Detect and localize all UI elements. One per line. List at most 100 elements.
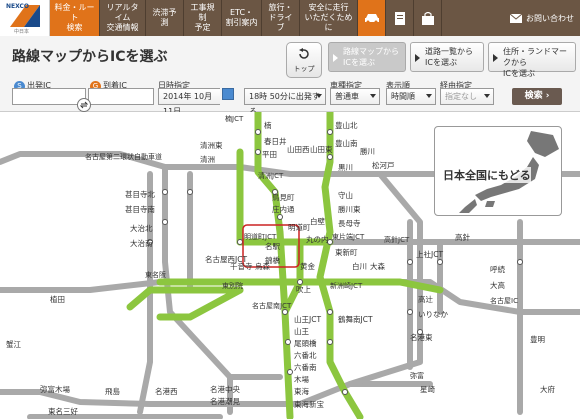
- map-label: 甚目寺北: [125, 190, 155, 199]
- map-label: 東新町: [335, 247, 358, 257]
- nav-fare-route[interactable]: 料金・ルート 検索: [50, 0, 100, 36]
- map-label: 尾頭橋: [294, 338, 317, 348]
- map-label: 勝川: [360, 146, 375, 156]
- mode-address-landmark[interactable]: 住所・ランドマークから ICを選ぶ: [488, 42, 576, 78]
- map-label: 高針: [455, 232, 470, 242]
- page: { "header":{ "logo_text":"NEXCO", "logo_…: [0, 0, 580, 419]
- map-label: 平田: [262, 150, 277, 159]
- mode-route-map[interactable]: 路線マップから ICを選ぶ: [328, 42, 406, 72]
- map-label: 明道町JCT: [244, 232, 277, 241]
- chevron-down-icon: [484, 94, 490, 98]
- map-label: 東名阪: [145, 270, 166, 279]
- mail-icon: [510, 13, 522, 23]
- arrow-right-icon: [415, 54, 420, 62]
- map-label: 豊明: [530, 334, 545, 344]
- arrow-right-icon: [333, 54, 338, 62]
- map-label: 大高: [490, 280, 505, 290]
- chevron-down-icon: [370, 94, 376, 98]
- japan-overview-button[interactable]: 日本全国にもどる: [434, 126, 562, 216]
- search-panel: 路線マップからICを選ぶ トップ 路線マップから ICを選ぶ 道路一覧から IC…: [0, 36, 580, 116]
- nav-construction[interactable]: 工事規制 予定: [184, 0, 222, 36]
- map-label: 大治南: [130, 238, 153, 248]
- map-label: 春日井: [264, 136, 287, 146]
- contact-link[interactable]: お問い合わせ: [510, 0, 580, 36]
- map-label: 六番南: [294, 362, 317, 372]
- map-label: 山田西: [287, 144, 310, 154]
- map-label: 六番北: [294, 350, 317, 360]
- map-label: 大森: [370, 261, 385, 271]
- map-label: 名駅: [265, 241, 280, 251]
- map-label: 勝川東: [338, 204, 361, 214]
- map-label: 飛島: [105, 386, 120, 396]
- nav-safety[interactable]: 安全に走行 いただくために: [300, 0, 358, 36]
- map-label: 星崎: [420, 384, 435, 394]
- mode-road-list[interactable]: 道路一覧から ICを選ぶ: [410, 42, 484, 72]
- search-button[interactable]: 検索 ›: [512, 88, 562, 105]
- map-label: 黒川: [338, 163, 353, 172]
- map-label: 名港西: [155, 386, 178, 396]
- logo-subtext: 中日本: [14, 29, 30, 35]
- map-label: 東名三好: [48, 406, 78, 416]
- map-label: 山田東: [310, 144, 333, 154]
- top-navigation: NEXCO 中日本 料金・ルート 検索 リアルタイム 交通情報 渋滞予測 工事規…: [0, 0, 580, 36]
- arrow-right-icon: [493, 54, 498, 62]
- map-label: 吹上: [296, 284, 311, 294]
- route-map[interactable]: 楠JCT 豊山北 豊山南 楠 春日井 名古屋第二環状自動車道 清洲東 清洲 清洲…: [0, 112, 580, 419]
- car-icon[interactable]: [358, 0, 386, 36]
- map-label: 千音寺: [230, 261, 253, 271]
- nav-realtime-traffic[interactable]: リアルタイム 交通情報: [100, 0, 146, 36]
- document-icon[interactable]: [386, 0, 414, 36]
- nav-travel-drive[interactable]: 旅行・ ドライブ: [262, 0, 300, 36]
- bag-icon[interactable]: [414, 0, 442, 36]
- map-label: 鳥見町: [272, 192, 295, 202]
- map-label: 木場: [294, 374, 309, 384]
- vehicle-select[interactable]: 普通車: [330, 88, 380, 105]
- map-label: 庄内通: [272, 204, 295, 214]
- chevron-down-icon: [316, 94, 322, 98]
- top-button[interactable]: トップ: [286, 42, 322, 78]
- map-label: 守山: [338, 190, 353, 200]
- map-label: 豊山南: [335, 138, 358, 148]
- nav-etc-discount[interactable]: ETC・ 割引案内: [222, 0, 262, 36]
- time-select[interactable]: 18時 50分に出発する: [244, 88, 326, 116]
- map-label: 清洲東: [200, 140, 223, 150]
- map-label: 山王JCT: [294, 314, 321, 324]
- map-label: 高辻: [418, 294, 433, 304]
- swap-icon[interactable]: [77, 98, 91, 112]
- origin-ic-input[interactable]: [12, 88, 86, 105]
- map-label: 高針JCT: [384, 235, 410, 244]
- nexco-logo[interactable]: NEXCO 中日本: [0, 0, 50, 36]
- map-label: 烏森: [255, 261, 270, 271]
- map-label: 東海: [294, 386, 309, 396]
- via-select-value: 指定なし: [445, 92, 477, 101]
- dest-ic-input[interactable]: [88, 88, 154, 105]
- map-label: 名港中央: [210, 384, 240, 394]
- map-label: 名港東: [410, 332, 433, 342]
- mode-route-map-label: 路線マップから ICを選ぶ: [343, 47, 399, 67]
- contact-label: お問い合わせ: [526, 13, 574, 23]
- nav-congestion-forecast[interactable]: 渋滞予測: [146, 0, 184, 36]
- map-label: 呼続: [490, 264, 505, 274]
- map-label: 上社JCT: [416, 249, 443, 259]
- chevron-down-icon: [426, 94, 432, 98]
- map-label: 白川: [352, 261, 367, 271]
- date-field[interactable]: 2014年 10月 11日: [158, 88, 220, 116]
- map-label: 東別院: [222, 281, 243, 290]
- vehicle-select-value: 普通車: [335, 92, 359, 101]
- map-label: 名古屋南JCT: [252, 301, 292, 310]
- map-label: 丸の内: [306, 234, 329, 244]
- map-label: 清洲JCT: [258, 171, 284, 180]
- map-label: 弥富: [410, 371, 424, 380]
- map-label: 東海新宝: [294, 399, 324, 409]
- map-label: 長母寺: [338, 219, 361, 228]
- map-label: 豊山北: [335, 120, 358, 130]
- mode-road-list-label: 道路一覧から ICを選ぶ: [425, 47, 473, 67]
- search-button-label: 検索: [524, 91, 543, 101]
- japan-overview-label: 日本全国にもどる: [443, 167, 531, 183]
- via-select[interactable]: 指定なし: [440, 88, 494, 105]
- map-label: 名古屋第二環状自動車道: [85, 152, 162, 161]
- map-label: 新洲崎JCT: [330, 281, 363, 290]
- order-select[interactable]: 時間順: [386, 88, 436, 105]
- page-title: 路線マップからICを選ぶ: [12, 49, 168, 65]
- calendar-icon[interactable]: [222, 88, 234, 100]
